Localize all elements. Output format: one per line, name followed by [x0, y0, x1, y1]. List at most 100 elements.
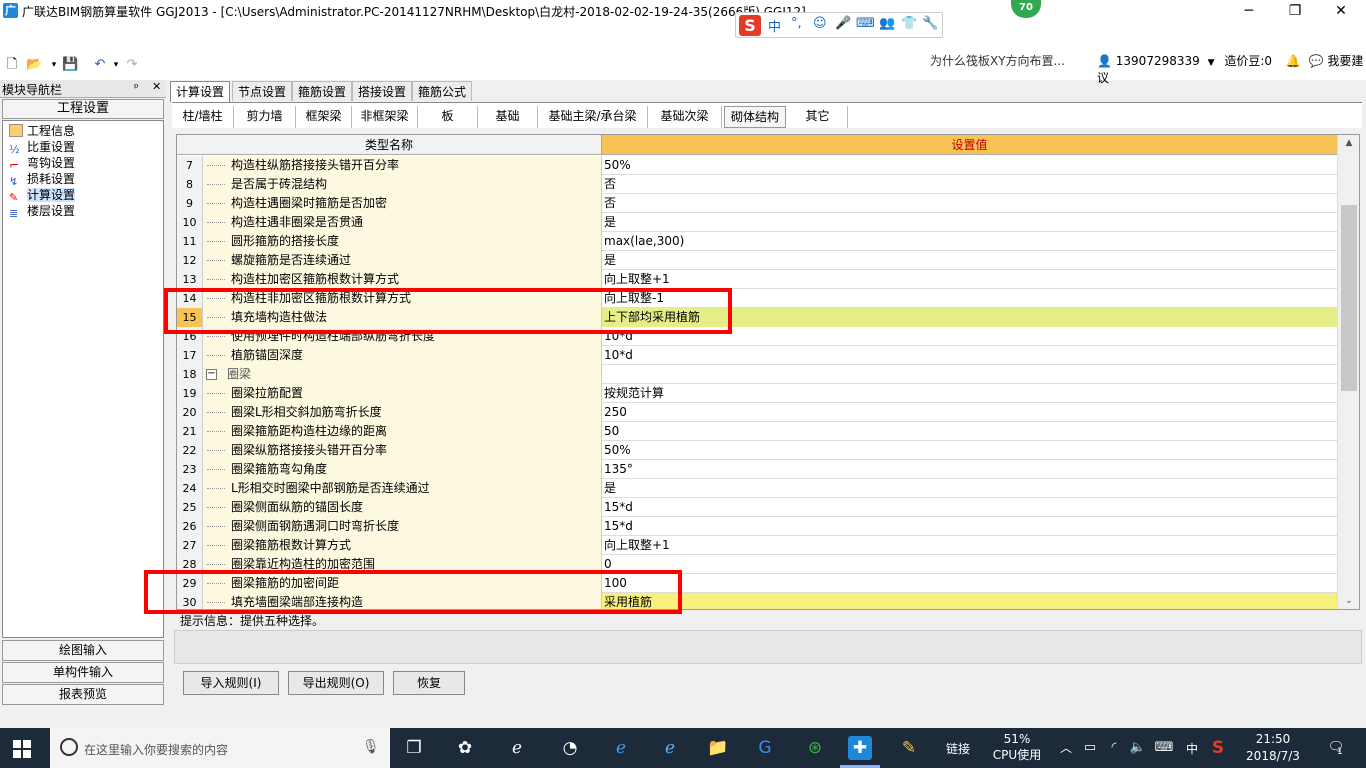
tab-slab[interactable]: 板 — [418, 106, 478, 128]
close-button[interactable]: ✕ — [1318, 0, 1364, 22]
project-settings-section[interactable]: 工程设置 — [2, 99, 164, 119]
table-row[interactable]: 13 构造柱加密区箍筋根数计算方式 向上取整+1 — [177, 270, 1337, 289]
volume-icon[interactable]: 🔈 — [1126, 736, 1150, 760]
keyboard-icon[interactable]: ⌨ — [856, 16, 875, 31]
tab-frame-beam[interactable]: 框架梁 — [296, 106, 352, 128]
tree-item-loss-settings[interactable]: ↯ 损耗设置 — [9, 171, 75, 188]
row-value-cell[interactable]: 250 — [602, 403, 1337, 422]
open-folder-icon[interactable]: 📂 — [26, 57, 42, 73]
ime-indicator[interactable]: 中 — [1186, 740, 1198, 757]
row-value-cell[interactable]: max(lae,300) — [602, 232, 1337, 251]
tools-icon[interactable]: 🔧 — [922, 16, 938, 31]
sogou-logo-icon[interactable]: S — [739, 15, 761, 36]
row-value-cell[interactable]: 50% — [602, 156, 1337, 175]
scroll-thumb[interactable] — [1341, 205, 1357, 391]
table-row[interactable]: 12 螺旋箍筋是否连续通过 是 — [177, 251, 1337, 270]
redo-icon[interactable]: ↷ — [124, 57, 140, 73]
export-rules-button[interactable]: 导出规则(O) — [288, 671, 384, 695]
table-row[interactable]: 23 圈梁箍筋弯勾角度 135° — [177, 460, 1337, 479]
edge-browser-icon[interactable]: ℯ — [609, 736, 633, 760]
drawing-input-button[interactable]: 绘图输入 — [2, 640, 164, 661]
tab-foundation-main-beam[interactable]: 基础主梁/承台梁 — [538, 106, 648, 128]
table-row[interactable]: 19 圈梁拉筋配置 按规范计算 — [177, 384, 1337, 403]
pin-icon[interactable]: ᵖ — [134, 81, 139, 94]
scroll-down-icon[interactable]: ⌄ — [1338, 593, 1359, 609]
report-preview-button[interactable]: 报表预览 — [2, 684, 164, 705]
user-center-icon[interactable]: 👥 — [879, 16, 895, 31]
account-dropdown-icon[interactable]: ▼ — [1208, 58, 1215, 68]
row-value-cell[interactable]: 是 — [602, 251, 1337, 270]
table-row[interactable]: 27 圈梁箍筋根数计算方式 向上取整+1 — [177, 536, 1337, 555]
table-row[interactable]: 9 构造柱遇圈梁时箍筋是否加密 否 — [177, 194, 1337, 213]
row-value-cell[interactable]: 否 — [602, 175, 1337, 194]
table-row[interactable]: 17 植筋锚固深度 10*d — [177, 346, 1337, 365]
mic-icon[interactable]: 🎙 — [362, 739, 380, 755]
ime-toolbar[interactable]: S 中 °, ☺ 🎤 ⌨ 👥 👕 🔧 — [735, 12, 943, 38]
notification-icon[interactable]: 🗨 — [1324, 736, 1348, 760]
sogou-tray-icon[interactable]: S — [1206, 736, 1230, 760]
ie-browser-icon[interactable]: ℯ — [505, 736, 529, 760]
skin-icon[interactable]: 👕 — [901, 16, 917, 31]
task-view-icon[interactable]: ❐ — [402, 736, 426, 760]
taskbar-link[interactable]: 链接 — [946, 740, 970, 757]
minimize-button[interactable]: ─ — [1226, 0, 1272, 22]
row-value-cell[interactable]: 向上取整+1 — [602, 536, 1337, 555]
feedback-icon[interactable]: 💬 — [1309, 54, 1324, 68]
user-icon[interactable]: 👤 — [1097, 54, 1112, 68]
vertical-scrollbar[interactable]: ▲ ⌄ — [1337, 135, 1359, 609]
collapse-icon[interactable]: − — [206, 369, 217, 380]
row-value-cell[interactable]: 采用植筋 — [602, 593, 1337, 609]
row-value-cell[interactable]: 135° — [602, 460, 1337, 479]
tab-lap-settings[interactable]: 搭接设置 — [352, 81, 413, 101]
tab-foundation-secondary-beam[interactable]: 基础次梁 — [648, 106, 722, 128]
scroll-up-icon[interactable]: ▲ — [1338, 135, 1359, 151]
phone-number[interactable]: 13907298339 — [1116, 54, 1200, 68]
windows-start-icon[interactable] — [13, 740, 31, 758]
restore-button[interactable]: 恢复 — [393, 671, 465, 695]
row-value-cell[interactable]: 按规范计算 — [602, 384, 1337, 403]
row-value-cell[interactable]: 是 — [602, 213, 1337, 232]
tab-calc-settings[interactable]: 计算设置 — [170, 81, 231, 102]
tree-item-weight-settings[interactable]: ½ 比重设置 — [9, 139, 75, 156]
tab-column[interactable]: 柱/墙柱 — [172, 106, 234, 128]
tab-shear-wall[interactable]: 剪力墙 — [234, 106, 296, 128]
save-icon[interactable]: 💾 — [62, 57, 78, 73]
table-row[interactable]: 24 L形相交时圈梁中部钢筋是否连续通过 是 — [177, 479, 1337, 498]
column-header-name[interactable]: 类型名称 — [177, 135, 602, 155]
table-row[interactable]: 21 圈梁箍筋距构造柱边缘的距离 50 — [177, 422, 1337, 441]
battery-icon[interactable]: ▭ — [1078, 736, 1102, 760]
row-value-cell[interactable]: 是 — [602, 479, 1337, 498]
taskbar-search[interactable]: 在这里输入你要搜索的内容 🎙 — [50, 728, 390, 768]
tree-item-hook-settings[interactable]: ⌐ 弯钩设置 — [9, 155, 75, 172]
row-value-cell[interactable]: 50% — [602, 441, 1337, 460]
tree-item-floor-settings[interactable]: ≣ 楼层设置 — [9, 203, 75, 220]
undo-icon[interactable]: ↶ — [92, 57, 108, 73]
glodon-app-icon[interactable]: G — [753, 736, 777, 760]
new-file-icon[interactable]: 🗋 — [4, 57, 20, 73]
table-row[interactable]: 7 构造柱纵筋搭接接头错开百分率 50% — [177, 156, 1337, 175]
browser-icon[interactable]: ◔ — [558, 736, 582, 760]
file-explorer-icon[interactable]: 📁 — [706, 736, 730, 760]
emoji-icon[interactable]: ☺ — [813, 16, 827, 31]
group-row[interactable]: 18− 圈梁 — [177, 365, 1337, 384]
table-row[interactable]: 25 圈梁侧面纵筋的锚固长度 15*d — [177, 498, 1337, 517]
tree-item-project-info[interactable]: 工程信息 — [9, 123, 75, 139]
row-value-cell[interactable]: 50 — [602, 422, 1337, 441]
column-header-value[interactable]: 设置值 — [602, 135, 1337, 155]
row-value-cell[interactable]: 15*d — [602, 498, 1337, 517]
tree-item-calc-settings[interactable]: ✎ 计算设置 — [9, 187, 76, 204]
row-value-cell[interactable]: 15*d — [602, 517, 1337, 536]
mic-icon[interactable]: 🎤 — [835, 16, 851, 31]
tab-stirrup-settings[interactable]: 箍筋设置 — [292, 81, 353, 101]
cpu-meter[interactable]: 51% CPU使用 — [992, 731, 1042, 763]
row-value-cell[interactable]: 10*d — [602, 346, 1337, 365]
table-row[interactable]: 8 是否属于砖混结构 否 — [177, 175, 1337, 194]
row-value-cell[interactable] — [602, 365, 1337, 384]
ad-link[interactable]: 为什么筏板XY方向布置... — [930, 52, 1065, 69]
tab-other[interactable]: 其它 — [788, 106, 848, 128]
single-component-input-button[interactable]: 单构件输入 — [2, 662, 164, 683]
row-value-cell[interactable]: 否 — [602, 194, 1337, 213]
tab-node-settings[interactable]: 节点设置 — [232, 81, 293, 101]
row-value-cell[interactable]: 0 — [602, 555, 1337, 574]
green-app-icon[interactable]: ⊛ — [803, 736, 827, 760]
